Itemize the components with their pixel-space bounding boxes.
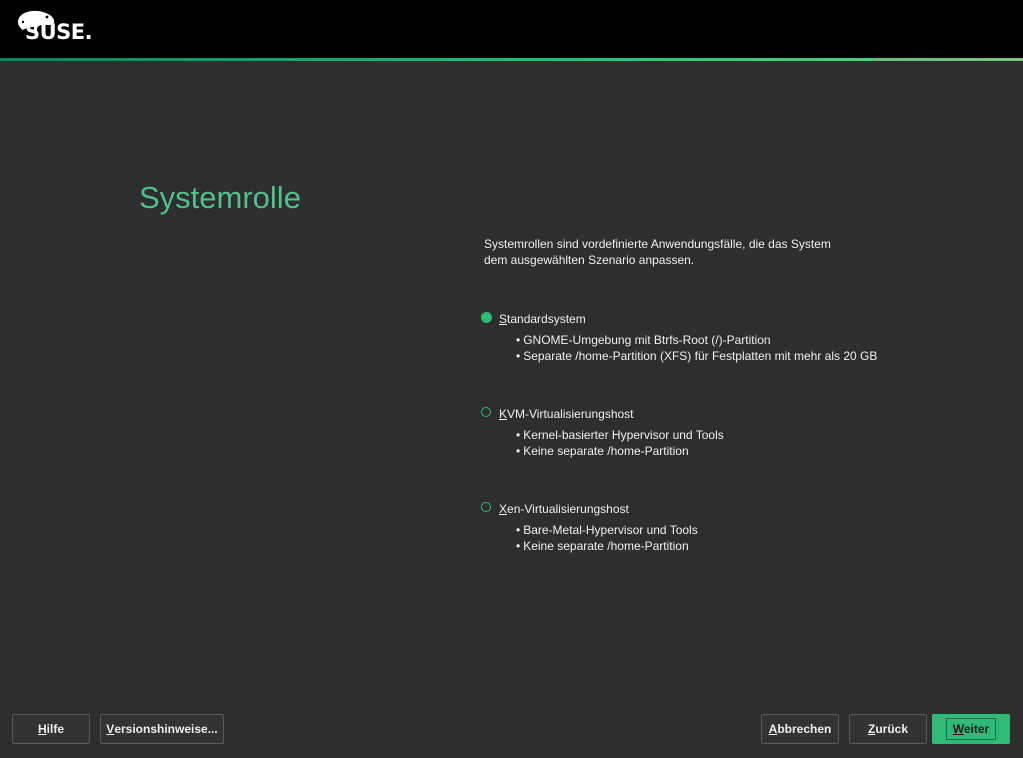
role-label-xen[interactable]: Xen-Virtualisierungshost — [499, 502, 629, 516]
help-button[interactable]: Hilfe — [12, 714, 90, 744]
back-button[interactable]: Zurück — [849, 714, 927, 744]
intro-line: dem ausgewählten Szenario anpassen. — [484, 253, 695, 267]
bullet-item: GNOME-Umgebung mit Btrfs-Root (/)-Partit… — [516, 332, 877, 348]
next-button-label[interactable]: Weiter — [945, 718, 997, 740]
bullet-item: Kernel-basierter Hypervisor und Tools — [516, 427, 724, 443]
radio-selected-icon[interactable] — [481, 312, 492, 323]
radio-unselected-icon[interactable] — [481, 407, 491, 417]
role-label-kvm[interactable]: KVM-Virtualisierungshost — [499, 407, 634, 421]
role-description: Bare-Metal-Hypervisor und Tools Keine se… — [516, 522, 698, 554]
next-button[interactable]: Weiter — [932, 714, 1010, 744]
role-description: GNOME-Umgebung mit Btrfs-Root (/)-Partit… — [516, 332, 877, 364]
bullet-item: Keine separate /home-Partition — [516, 443, 724, 459]
header-accent-line — [0, 58, 1023, 61]
abort-button[interactable]: Abbrechen — [761, 714, 839, 744]
intro-line: Systemrollen sind vordefinierte Anwendun… — [484, 237, 831, 251]
bullet-item: Keine separate /home-Partition — [516, 538, 698, 554]
top-bar: SUSE. — [0, 0, 1023, 58]
release-notes-button[interactable]: Versionshinweise... — [100, 714, 224, 744]
intro-text: Systemrollen sind vordefinierte Anwendun… — [484, 236, 864, 268]
suse-logo-text: SUSE. — [25, 20, 93, 44]
bullet-item: Bare-Metal-Hypervisor und Tools — [516, 522, 698, 538]
role-label-standard[interactable]: Standardsystem — [499, 312, 586, 326]
bullet-item: Separate /home-Partition (XFS) für Festp… — [516, 348, 877, 364]
role-description: Kernel-basierter Hypervisor und Tools Ke… — [516, 427, 724, 459]
page-title: Systemrolle — [139, 180, 301, 215]
radio-unselected-icon[interactable] — [481, 502, 491, 512]
